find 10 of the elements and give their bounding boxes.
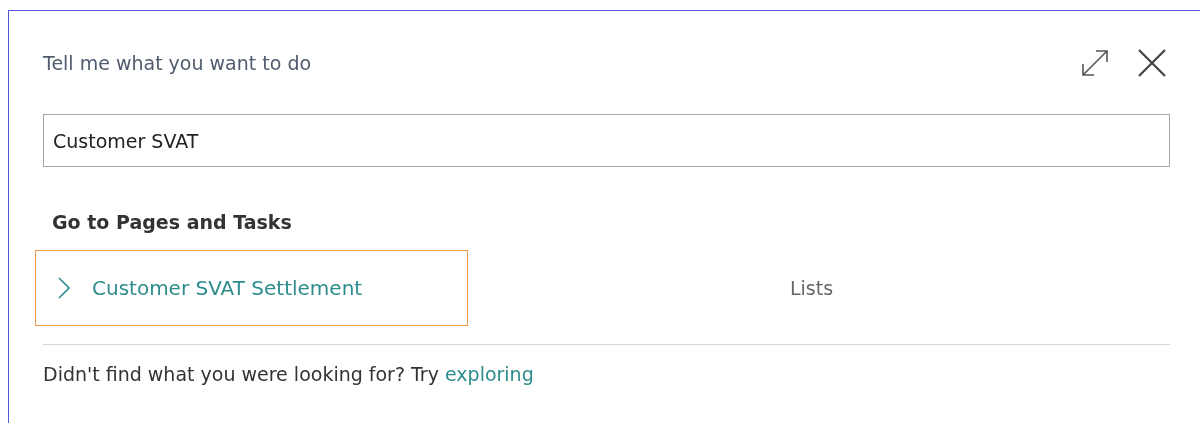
footer-text: Didn't find what you were looking for? Try xyxy=(43,363,439,385)
result-category: Lists xyxy=(790,277,834,299)
result-item[interactable]: Customer SVAT Settlement xyxy=(35,250,468,326)
exploring-link[interactable]: exploring xyxy=(444,363,534,385)
dialog-title: Tell me what you want to do xyxy=(43,51,312,74)
search-field[interactable]: Customer SVAT xyxy=(43,114,1170,167)
section-heading: Go to Pages and Tasks xyxy=(52,211,293,235)
expand-icon[interactable] xyxy=(1080,47,1110,78)
chevron-icon xyxy=(58,277,70,299)
close-icon[interactable] xyxy=(1136,46,1168,79)
